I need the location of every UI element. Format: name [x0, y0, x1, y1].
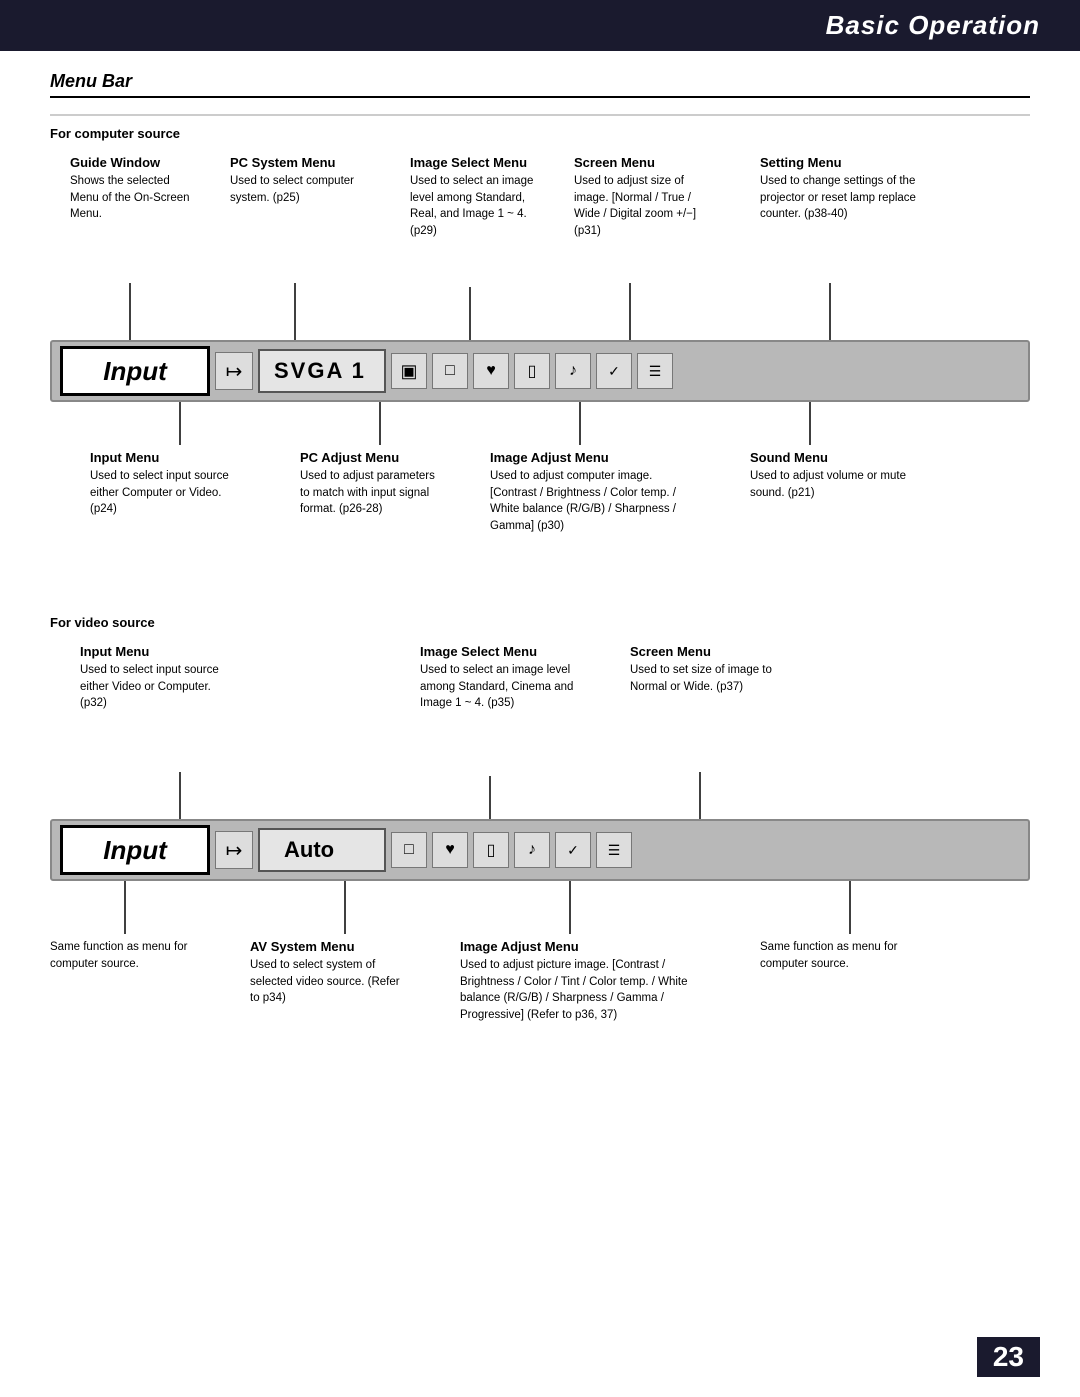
same-function-left-label: Same function as menu for computer sourc…: [50, 939, 190, 972]
input-menu-video-label: Input Menu Used to select input source e…: [80, 644, 230, 712]
icon-1: ▣: [391, 353, 427, 389]
input-icon-video: ↦: [215, 831, 253, 869]
video-icon-3: ▯: [473, 832, 509, 868]
page-header: Basic Operation: [0, 0, 1080, 51]
video-source-subtitle: For video source: [50, 615, 1030, 630]
icon-4: ▯: [514, 353, 550, 389]
video-icon-4: ♪: [514, 832, 550, 868]
video-icon-5: ✓: [555, 832, 591, 868]
screen-menu-label: Screen Menu Used to adjust size of image…: [574, 155, 714, 240]
header-title: Basic Operation: [826, 10, 1040, 40]
av-system-menu-label: AV System Menu Used to select system of …: [250, 939, 400, 1007]
computer-source-subtitle: For computer source: [50, 126, 1030, 141]
icon-6: ✓: [596, 353, 632, 389]
same-function-right-label: Same function as menu for computer sourc…: [760, 939, 930, 972]
icon-3: ♥: [473, 353, 509, 389]
icon-5: ♪: [555, 353, 591, 389]
video-diagram-lines: [50, 644, 1030, 1124]
input-menu-bottom-label: Input Menu Used to select input source e…: [90, 450, 230, 518]
svga-box: SVGA 1: [258, 349, 386, 393]
video-icon-1: □: [391, 832, 427, 868]
pc-system-menu-label: PC System Menu Used to select computer s…: [230, 155, 360, 206]
guide-window-label: Guide Window Shows the selected Menu of …: [70, 155, 190, 223]
video-diagram: Input Menu Used to select input source e…: [50, 644, 1030, 1124]
video-icon-2: ♥: [432, 832, 468, 868]
computer-menu-bar: Input ↦ SVGA 1 ▣ □ ♥ ▯ ♪ ✓ ☰: [50, 340, 1030, 402]
input-box: Input: [60, 346, 210, 396]
image-select-menu-label: Image Select Menu Used to select an imag…: [410, 155, 550, 240]
computer-diagram: Guide Window Shows the selected Menu of …: [50, 155, 1030, 585]
setting-menu-label: Setting Menu Used to change settings of …: [760, 155, 940, 223]
icon-7: ☰: [637, 353, 673, 389]
page-number: 23: [977, 1337, 1040, 1377]
image-adjust-menu-bottom-label: Image Adjust Menu Used to adjust compute…: [490, 450, 690, 535]
image-select-video-label: Image Select Menu Used to select an imag…: [420, 644, 580, 712]
video-icon-6: ☰: [596, 832, 632, 868]
video-menu-bar: Input ↦ Auto □ ♥ ▯ ♪ ✓ ☰: [50, 819, 1030, 881]
sound-menu-label: Sound Menu Used to adjust volume or mute…: [750, 450, 910, 501]
screen-menu-video-label: Screen Menu Used to set size of image to…: [630, 644, 780, 695]
input-box-video: Input: [60, 825, 210, 875]
auto-box: Auto: [258, 828, 386, 872]
icon-2: □: [432, 353, 468, 389]
input-icon: ↦: [215, 352, 253, 390]
section-title: Menu Bar: [50, 71, 1030, 98]
image-adjust-video-label: Image Adjust Menu Used to adjust picture…: [460, 939, 690, 1024]
pc-adjust-menu-label: PC Adjust Menu Used to adjust parameters…: [300, 450, 440, 518]
